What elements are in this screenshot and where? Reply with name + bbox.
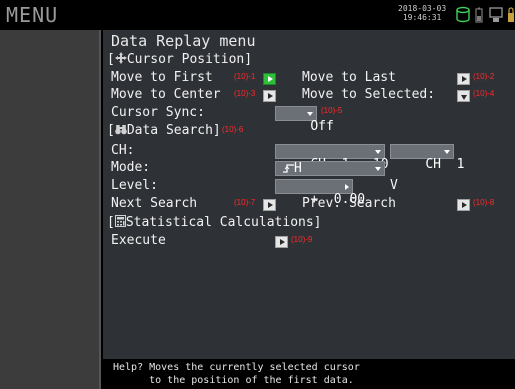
page-title: Data Replay menu — [111, 32, 256, 50]
mode-label: Mode: — [111, 160, 151, 175]
chevron-down-icon — [444, 150, 450, 154]
cursor-move-icon — [114, 52, 127, 64]
key-lock-icon — [508, 7, 514, 22]
statistical-calculations-title: Statistical Calculations] — [125, 215, 322, 230]
move-to-first-button[interactable] — [263, 73, 276, 85]
data-search-title: Data Search] — [126, 123, 221, 138]
statistical-calculations-header: [Statistical Calculations] — [107, 215, 322, 230]
clock: 2018-03-03 19:46:31 — [398, 4, 446, 22]
annotation-10-1: (10)-1 — [234, 72, 256, 81]
mode-select[interactable]: H — [275, 161, 385, 176]
left-menu-panel — [0, 30, 101, 389]
cursor-sync-label: Cursor Sync: — [111, 105, 205, 120]
cursor-sync-value: Off — [310, 119, 334, 134]
chevron-down-icon — [375, 150, 381, 154]
move-to-center-button[interactable] — [263, 90, 276, 102]
help-text-line-1: Help? Moves the currently selected curso… — [113, 362, 360, 373]
cursor-sync-select[interactable]: Off — [275, 106, 334, 133]
help-text-line-2: to the position of the first data. — [113, 375, 354, 386]
annotation-10-9: (10)-9 — [291, 235, 313, 244]
annotation-10-2: (10)-2 — [473, 72, 495, 81]
battery-icon — [475, 7, 483, 23]
ch-range-select[interactable]: CH 1 - 10 — [275, 144, 389, 171]
status-icons — [455, 6, 515, 24]
move-to-selected-dropdown[interactable] — [457, 90, 470, 102]
annotation-10-3: (10)-3 — [234, 89, 256, 98]
annotation-10-8: (10)-8 — [473, 198, 495, 207]
level-unit: V — [390, 178, 398, 193]
top-bar: MENU 2018-03-03 19:46:31 — [0, 0, 515, 30]
annotation-10-7: (10)-7 — [234, 198, 256, 207]
ch-single-select[interactable]: CH 1 — [390, 144, 464, 171]
mode-value: H — [294, 161, 302, 176]
calculator-icon — [114, 215, 126, 227]
move-to-selected-label: Move to Selected: — [302, 87, 436, 102]
clock-time: 19:46:31 — [402, 13, 442, 22]
level-label: Level: — [111, 178, 158, 193]
next-search-button[interactable] — [263, 199, 276, 211]
ch-label: CH: — [111, 143, 135, 158]
move-to-last-button[interactable] — [457, 73, 470, 85]
move-to-first-label: Move to First — [111, 70, 213, 85]
prev-search-label: Prev. Search — [302, 196, 396, 211]
execute-label: Execute — [111, 233, 166, 248]
move-to-center-label: Move to Center — [111, 87, 221, 102]
binoculars-icon — [115, 125, 127, 135]
chevron-down-icon — [307, 112, 313, 116]
move-to-last-label: Move to Last — [302, 70, 396, 85]
data-search-header: [Data Search] — [107, 123, 221, 138]
annotation-10-4: (10)-4 — [473, 89, 495, 98]
menu-title: MENU — [6, 3, 59, 27]
execute-button[interactable] — [275, 236, 288, 248]
cursor-position-header: [Cursor Position] — [107, 52, 253, 67]
ch-single-value: CH 1 — [425, 157, 465, 172]
next-search-label: Next Search — [111, 196, 198, 211]
chevron-down-icon — [375, 167, 381, 171]
clock-date: 2018-03-03 — [398, 4, 447, 13]
cursor-position-title: Cursor Position] — [126, 52, 253, 67]
help-bar: Help? Moves the currently selected curso… — [103, 359, 515, 389]
chevron-right-icon — [345, 184, 349, 190]
lan-icon — [489, 7, 503, 22]
level-input[interactable]: + 0.00 — [275, 179, 365, 206]
data-replay-panel: Data Replay menu [Cursor Position] Move … — [103, 30, 515, 359]
annotation-10-5: (10)-5 — [321, 106, 343, 115]
prev-search-button[interactable] — [457, 199, 470, 211]
storage-icon — [456, 6, 470, 23]
annotation-10-6: (10)-6 — [222, 125, 244, 134]
